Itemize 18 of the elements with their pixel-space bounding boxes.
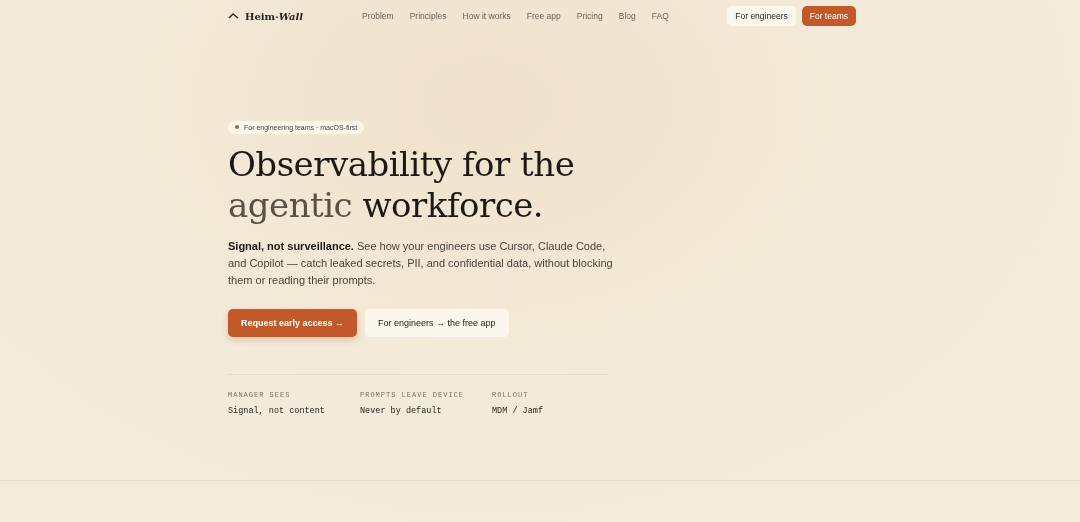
audience-tab[interactable]: For engineers bbox=[727, 6, 796, 26]
nav-link[interactable]: Free app bbox=[526, 11, 561, 21]
nav-link[interactable]: Principles bbox=[409, 11, 447, 21]
nav-link[interactable]: FAQ bbox=[651, 11, 669, 21]
nav-link[interactable]: Blog bbox=[618, 11, 636, 21]
fact-value: Signal, not content bbox=[228, 405, 326, 416]
headline: Observability for the agentic workforce. bbox=[228, 143, 576, 226]
nav-link[interactable]: How it works bbox=[462, 11, 511, 21]
free-app-button[interactable]: For engineers → the free app bbox=[365, 308, 509, 337]
brand-logo[interactable]: Heim·Wall bbox=[245, 10, 304, 22]
audience-tab[interactable]: For teams bbox=[801, 6, 856, 26]
hero-description: Signal, not surveillance. See how your engineers use Cursor, Claude Code, and Copilot — catch leaked secrets, PII, and confidential data, without blocking them or reading their prompts. bbox=[228, 238, 613, 288]
mountain-icon bbox=[228, 13, 239, 19]
fact-value: MDM / Jamf bbox=[492, 405, 544, 416]
nav-link[interactable]: Problem bbox=[362, 11, 394, 21]
nav-link[interactable]: Pricing bbox=[576, 11, 603, 21]
fact-value: Never by default bbox=[360, 405, 443, 416]
request-access-button[interactable]: Request early access → bbox=[228, 308, 358, 337]
